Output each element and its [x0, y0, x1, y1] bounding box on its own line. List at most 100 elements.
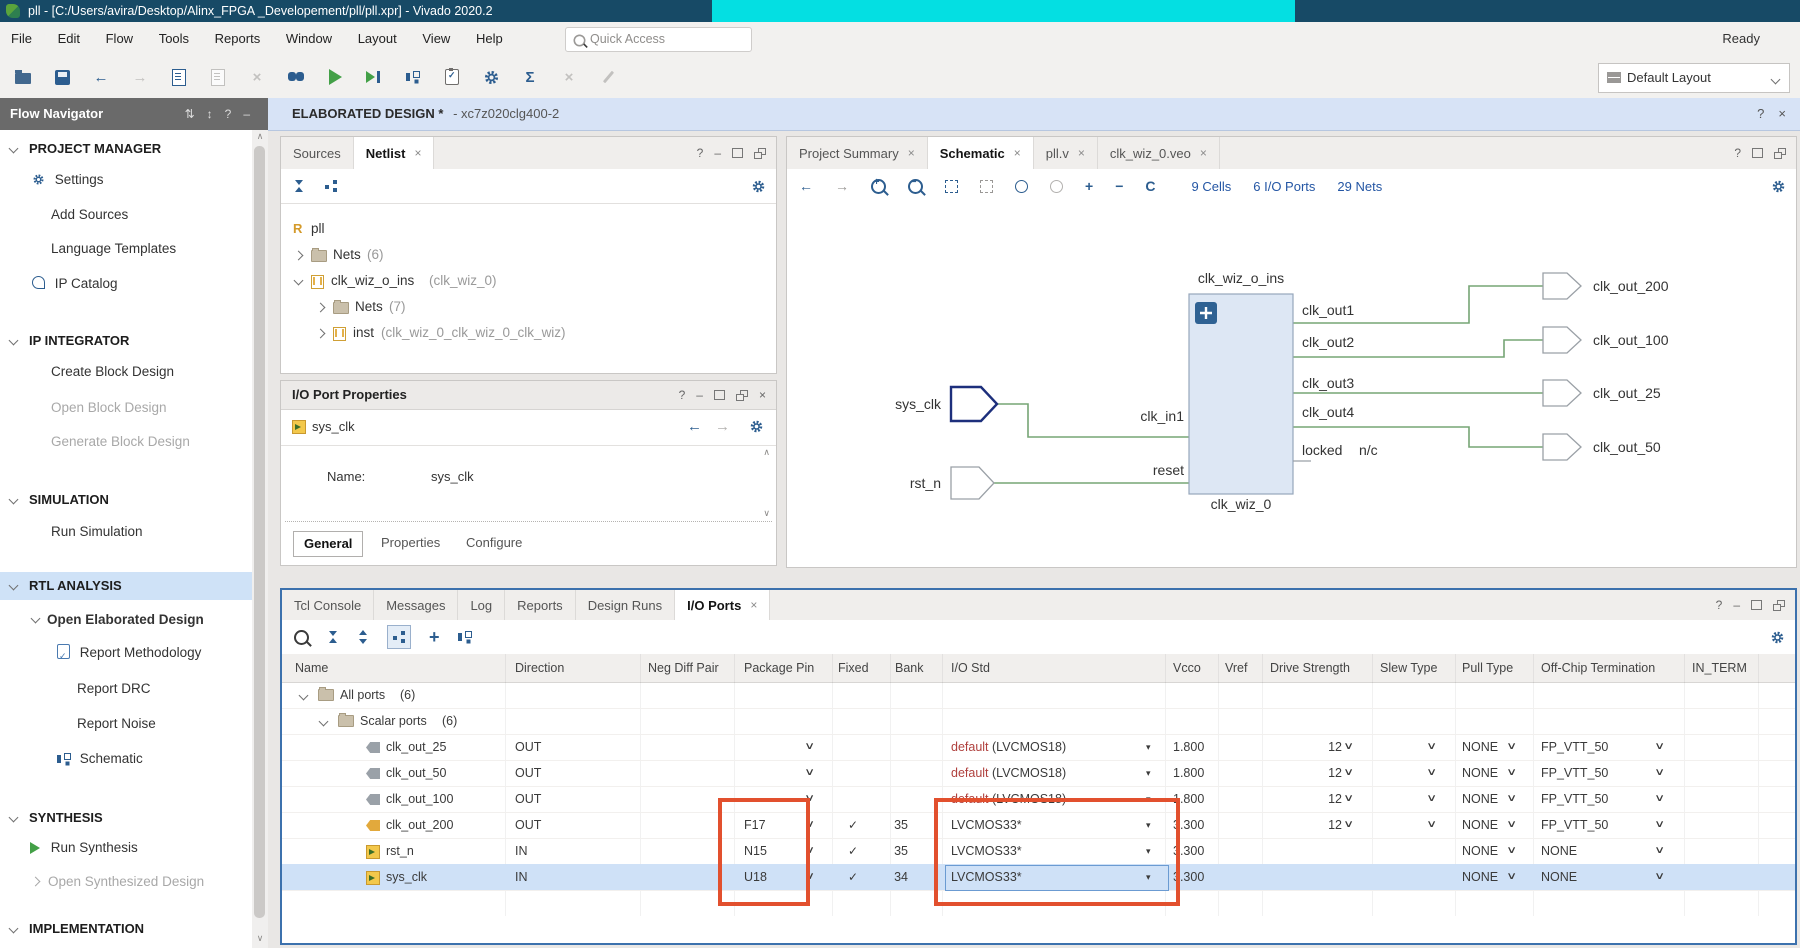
menu-window[interactable]: Window	[275, 22, 343, 56]
tab-io-ports[interactable]: I/O Ports×	[675, 590, 770, 620]
schematic-view-icon[interactable]	[325, 180, 337, 192]
tab-pll-v[interactable]: pll.v×	[1034, 137, 1098, 169]
close-icon[interactable]: ×	[1078, 138, 1085, 169]
cells-link[interactable]: 9 Cells	[1192, 179, 1232, 194]
dropdown-icon[interactable]: ▾	[1146, 760, 1151, 786]
section-synthesis[interactable]: SYNTHESIS	[0, 805, 252, 831]
tree-item-inst[interactable]: inst (clk_wiz_0_clk_wiz_0_clk_wiz)	[281, 321, 776, 345]
chevron-right-icon[interactable]	[316, 303, 326, 313]
tree-item-nets-7[interactable]: Nets (7)	[281, 295, 776, 319]
tab-messages[interactable]: Messages	[374, 590, 458, 620]
scroll-down-icon[interactable]: ∨	[763, 508, 770, 519]
col-io-std[interactable]: I/O Std	[951, 654, 990, 682]
tree-item-nets-6[interactable]: Nets (6)	[281, 243, 776, 267]
col-drive-strength[interactable]: Drive Strength	[1270, 654, 1350, 682]
expand-cone-icon[interactable]: +	[1085, 178, 1093, 194]
menu-file[interactable]: File	[0, 22, 43, 56]
fixed-checkmark[interactable]: ✓	[848, 812, 858, 838]
copy-icon[interactable]	[170, 68, 188, 86]
dropdown-icon[interactable]: ∨	[1506, 864, 1517, 890]
panel-settings-gear-icon[interactable]	[749, 419, 764, 437]
float-icon[interactable]	[1774, 148, 1786, 159]
col-neg-diff-pair[interactable]: Neg Diff Pair	[648, 654, 719, 682]
sidebar-item-run-synthesis[interactable]: Run Synthesis	[30, 836, 138, 860]
sidebar-item-open-synthesized-design[interactable]: Open Synthesized Design	[32, 870, 204, 894]
search-icon[interactable]	[294, 630, 309, 645]
dropdown-icon[interactable]: ∨	[1343, 760, 1354, 786]
minimize-icon[interactable]: –	[714, 146, 721, 160]
table-row-clk-out-25[interactable]: clk_out_25 OUT ∨ default (LVCMOS18) ▾ 1.…	[282, 734, 1795, 761]
menu-layout[interactable]: Layout	[347, 22, 408, 56]
forward-icon[interactable]: →	[835, 178, 849, 194]
group-row-all-ports[interactable]: All ports (6)	[282, 682, 1795, 709]
chevron-right-icon[interactable]	[316, 329, 326, 339]
paste-icon[interactable]	[209, 68, 227, 86]
tab-sources[interactable]: Sources	[281, 137, 354, 169]
collapse-all-icon[interactable]	[293, 180, 305, 192]
next-object-icon[interactable]: →	[715, 409, 730, 445]
redo-icon[interactable]: →	[131, 68, 149, 86]
nets-link[interactable]: 29 Nets	[1337, 179, 1382, 194]
section-implementation[interactable]: IMPLEMENTATION	[0, 916, 252, 942]
maximize-icon[interactable]	[714, 390, 725, 400]
sum-icon[interactable]: Σ	[521, 68, 539, 86]
panel-settings-gear-icon[interactable]	[1770, 620, 1785, 654]
minimize-icon[interactable]: –	[243, 98, 250, 130]
col-in-term[interactable]: IN_TERM	[1692, 654, 1747, 682]
col-slew-type[interactable]: Slew Type	[1380, 654, 1437, 682]
zoom-out-icon[interactable]: −	[908, 179, 923, 194]
help-icon[interactable]: ?	[1734, 146, 1741, 160]
col-fixed[interactable]: Fixed	[838, 654, 869, 682]
schematic-canvas[interactable]: clk_wiz_o_ins clk_wiz_0 sys_clk r	[787, 203, 1796, 567]
col-package-pin[interactable]: Package Pin	[744, 654, 814, 682]
sidebar-item-open-elaborated-design[interactable]: Open Elaborated Design	[32, 608, 204, 632]
port-sys-clk[interactable]	[951, 387, 997, 421]
io-ports-link[interactable]: 6 I/O Ports	[1253, 179, 1315, 194]
quick-access-search[interactable]: Quick Access	[565, 27, 752, 52]
sidebar-item-report-methodology[interactable]: Report Methodology	[57, 641, 201, 665]
menu-reports[interactable]: Reports	[204, 22, 272, 56]
help-icon[interactable]: ?	[679, 388, 686, 402]
report-icon[interactable]	[443, 68, 461, 86]
schematic-icon[interactable]	[458, 631, 472, 643]
maximize-icon[interactable]	[1752, 148, 1763, 158]
section-project-manager[interactable]: PROJECT MANAGER	[0, 136, 252, 162]
dropdown-icon[interactable]: ▾	[1146, 734, 1151, 760]
sidebar-item-settings[interactable]: Settings	[32, 168, 104, 192]
dropdown-icon[interactable]: ∨	[1654, 786, 1665, 812]
close-icon[interactable]: ×	[908, 138, 915, 169]
dropdown-icon[interactable]: ∨	[1343, 812, 1354, 838]
close-icon[interactable]: ×	[1014, 138, 1021, 169]
menu-tools[interactable]: Tools	[148, 22, 200, 56]
edit-icon[interactable]	[599, 68, 617, 86]
settings-gear-icon[interactable]	[482, 68, 500, 86]
col-direction[interactable]: Direction	[515, 654, 564, 682]
fixed-checkmark[interactable]: ✓	[848, 864, 858, 890]
dropdown-icon[interactable]: ∨	[1654, 864, 1665, 890]
zoom-in-icon[interactable]: +	[871, 179, 886, 194]
minimize-icon[interactable]: –	[1733, 598, 1740, 612]
table-row-clk-out-50[interactable]: clk_out_50 OUT ∨ default (LVCMOS18) ▾ 1.…	[282, 760, 1795, 787]
col-vref[interactable]: Vref	[1225, 654, 1247, 682]
dropdown-icon[interactable]: ∨	[1343, 786, 1354, 812]
tab-reports[interactable]: Reports	[505, 590, 576, 620]
scroll-up-icon[interactable]: ∧	[763, 447, 770, 458]
float-icon[interactable]	[1773, 600, 1785, 611]
dropdown-icon[interactable]: ∨	[804, 734, 815, 760]
add-ports-icon[interactable]: +	[429, 627, 440, 648]
regenerate-icon[interactable]: C	[1145, 178, 1155, 194]
maximize-icon[interactable]	[732, 148, 743, 158]
tab-general[interactable]: General	[293, 531, 363, 557]
dropdown-icon[interactable]: ∨	[1506, 838, 1517, 864]
dropdown-icon[interactable]: ∨	[1654, 734, 1665, 760]
port-clk-out-50[interactable]	[1543, 434, 1581, 460]
panel-settings-gear-icon[interactable]	[751, 169, 766, 203]
fixed-checkmark[interactable]: ✓	[848, 838, 858, 864]
dropdown-icon[interactable]: ∨	[804, 760, 815, 786]
maximize-icon[interactable]	[1751, 600, 1762, 610]
sidebar-item-add-sources[interactable]: Add Sources	[51, 203, 128, 227]
help-icon[interactable]: ?	[697, 146, 704, 160]
minimize-icon[interactable]: –	[696, 388, 703, 402]
sidebar-item-open-block-design[interactable]: Open Block Design	[51, 396, 167, 420]
sidebar-item-report-noise[interactable]: Report Noise	[77, 712, 156, 736]
